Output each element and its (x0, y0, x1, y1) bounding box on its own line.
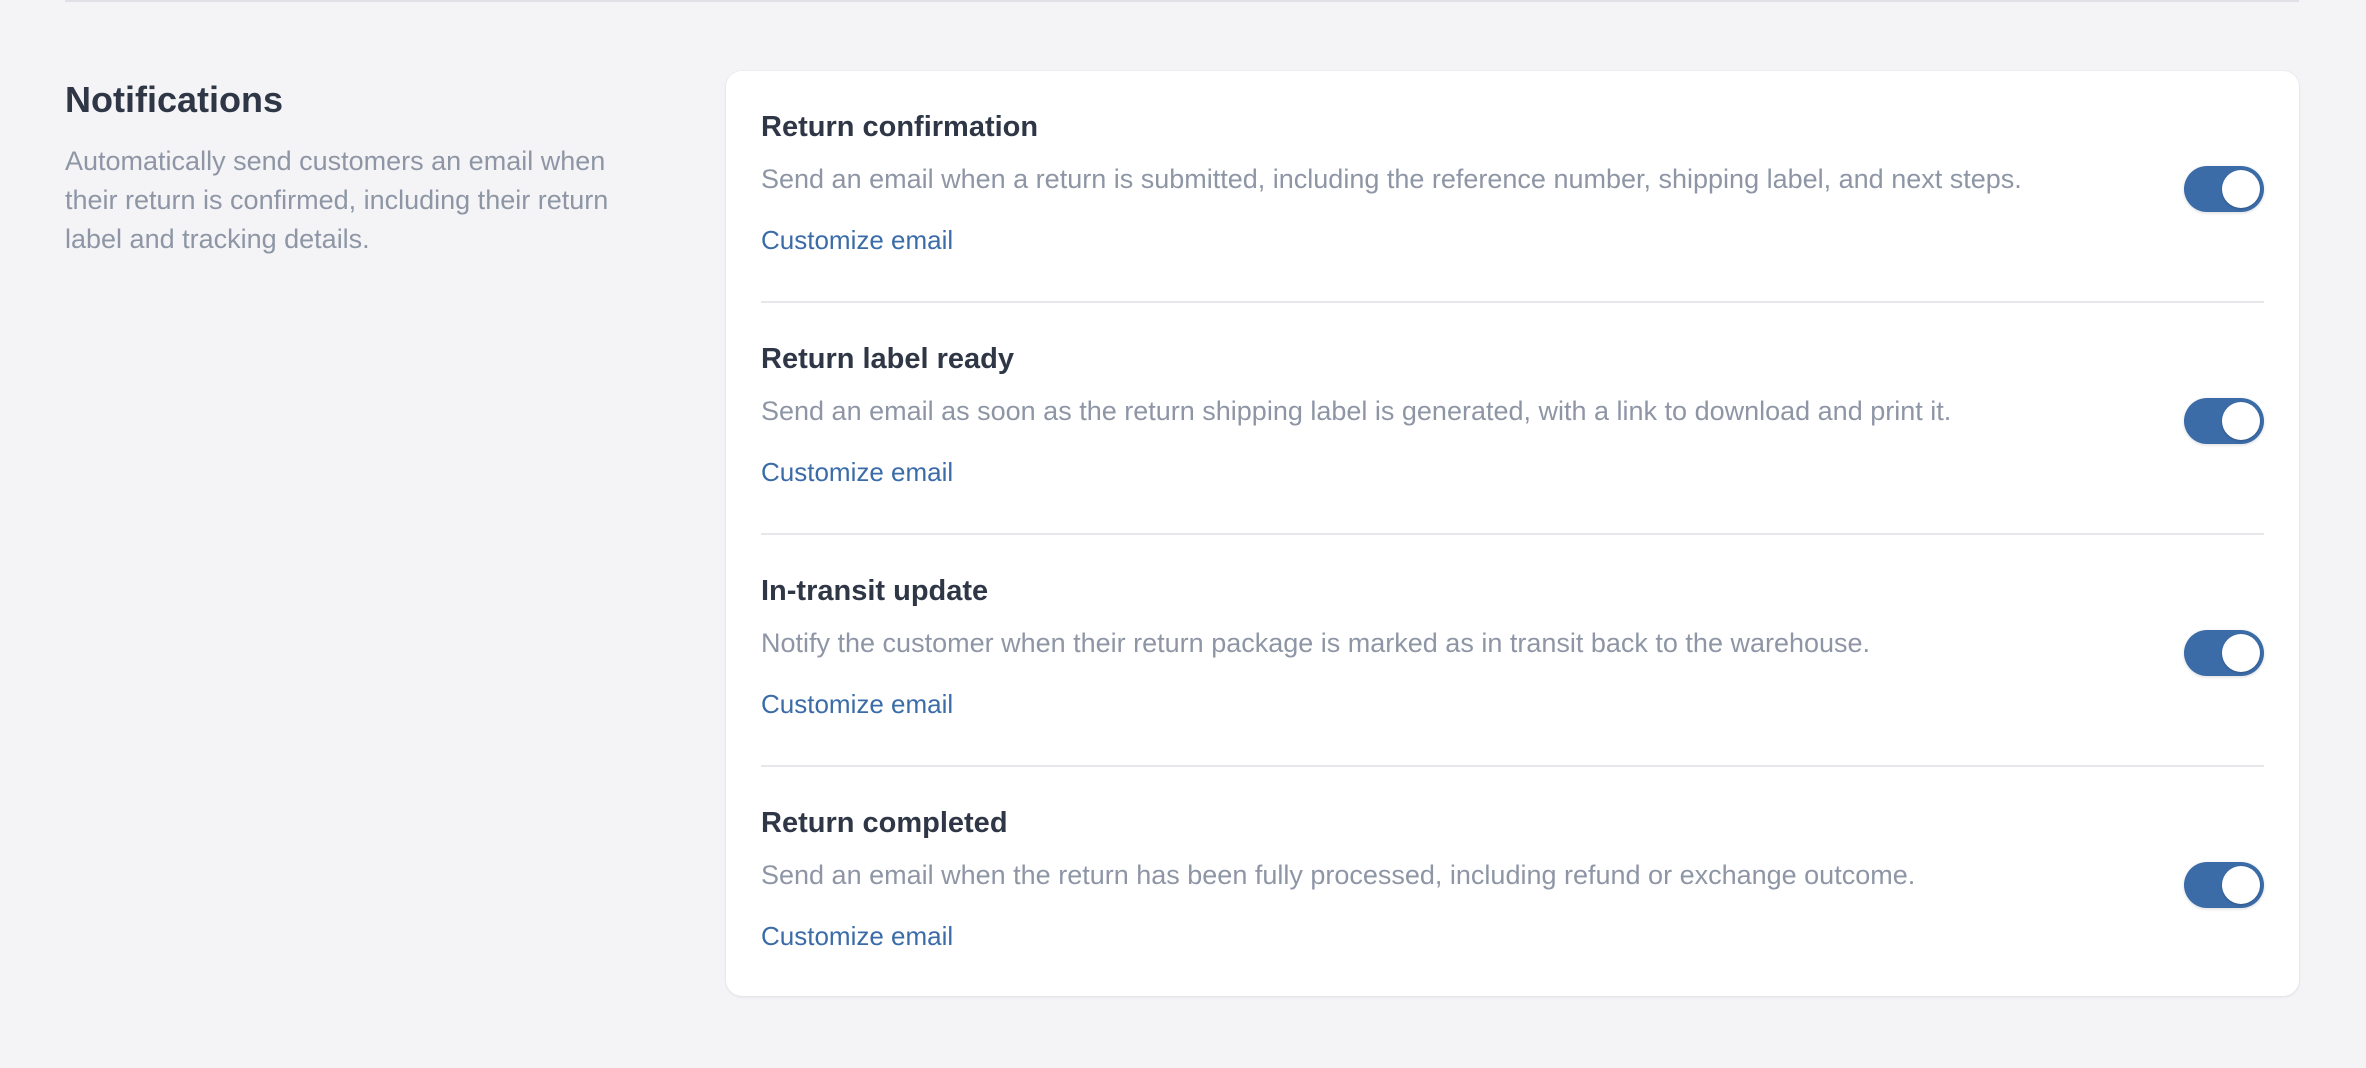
section-description: Automatically send customers an email wh… (65, 146, 609, 254)
toggle-knob (2222, 866, 2260, 904)
notification-title: In-transit update (761, 575, 989, 607)
customize-email-link[interactable]: Customize email (761, 687, 953, 721)
return-label-ready-toggle[interactable] (2184, 398, 2264, 444)
customize-email-link[interactable]: Customize email (761, 223, 953, 257)
in-transit-update-toggle[interactable] (2184, 630, 2264, 676)
notification-title: Return confirmation (761, 111, 1039, 143)
notification-item-in-transit-update: In-transit update Notify the customer wh… (761, 535, 2264, 767)
section-title: Notifications (65, 79, 284, 120)
customize-email-link[interactable]: Customize email (761, 455, 953, 489)
notification-item-return-confirmation: Return confirmation Send an email when a… (761, 71, 2264, 303)
notification-description: Send an email when the return has been f… (761, 860, 1916, 890)
notification-description: Send an email as soon as the return ship… (761, 396, 1952, 426)
customize-email-link[interactable]: Customize email (761, 919, 953, 953)
notification-item-return-label-ready: Return label ready Send an email as soon… (761, 303, 2264, 535)
notification-description: Send an email when a return is submitted… (761, 164, 2022, 194)
notification-description: Notify the customer when their return pa… (761, 628, 1871, 658)
notifications-card: Return confirmation Send an email when a… (726, 71, 2299, 996)
return-confirmation-toggle[interactable] (2184, 166, 2264, 212)
notification-item-return-completed: Return completed Send an email when the … (761, 767, 2264, 999)
toggle-knob (2222, 634, 2260, 672)
notifications-section: Notifications Automatically send custome… (0, 0, 2366, 1068)
section-intro: Notifications Automatically send custome… (65, 78, 645, 259)
toggle-knob (2222, 170, 2260, 208)
notification-title: Return label ready (761, 343, 1015, 375)
return-completed-toggle[interactable] (2184, 862, 2264, 908)
toggle-knob (2222, 402, 2260, 440)
notification-title: Return completed (761, 807, 1008, 839)
